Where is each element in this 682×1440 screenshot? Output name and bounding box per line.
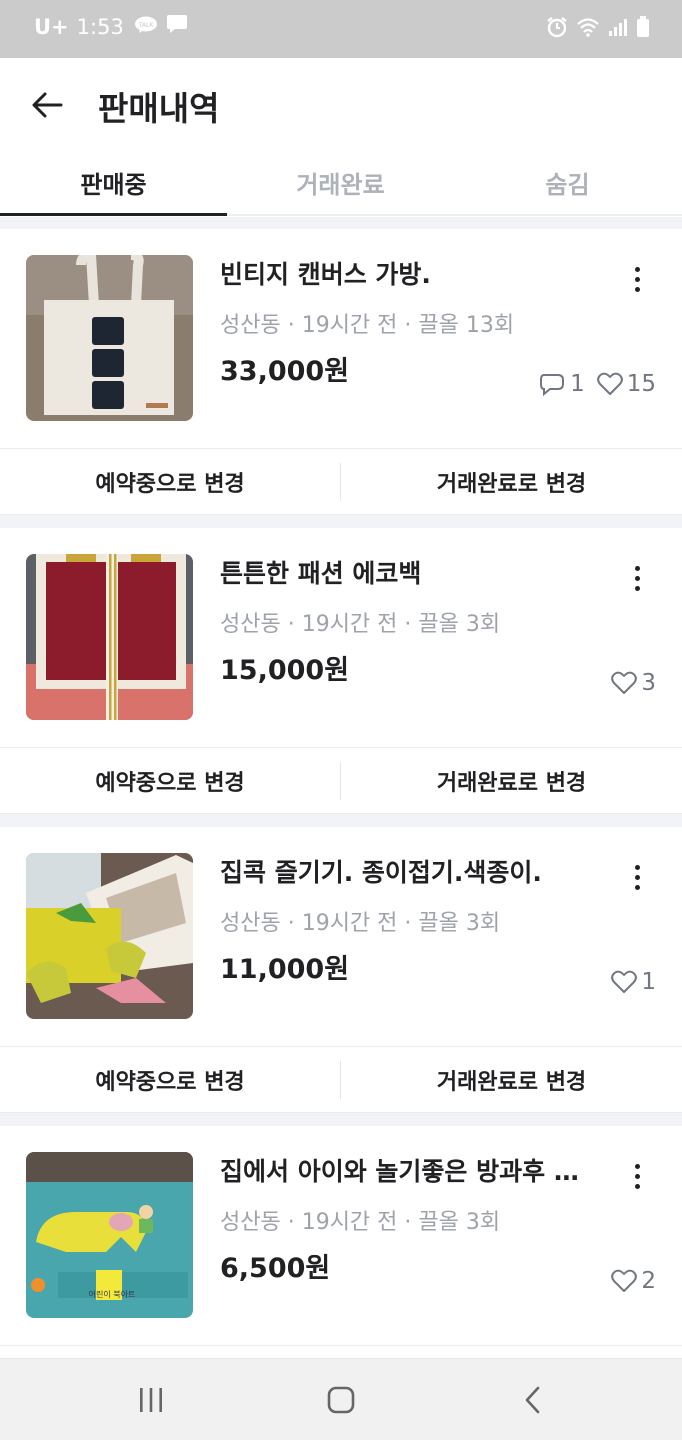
list-item[interactable]: 어린이 북아트 집에서 아이와 놀기좋은 방과후 어린이 북아트 성산동 · 1… bbox=[0, 1126, 682, 1346]
back-arrow-icon bbox=[32, 92, 63, 118]
app-header: 판매내역 bbox=[0, 58, 682, 150]
like-count: 1 bbox=[641, 969, 656, 995]
heart-icon bbox=[611, 1269, 638, 1292]
like-stat: 3 bbox=[611, 670, 656, 696]
item-price: 6,500원 bbox=[220, 1253, 331, 1284]
more-options-button[interactable] bbox=[622, 857, 652, 897]
like-count: 3 bbox=[641, 670, 656, 696]
like-stat: 1 bbox=[611, 969, 656, 995]
clock: 1:53 bbox=[76, 14, 124, 39]
more-dot bbox=[634, 276, 640, 282]
system-back-button[interactable] bbox=[503, 1373, 563, 1427]
chat-icon bbox=[540, 374, 565, 396]
item-title[interactable]: 빈티지 캔버스 가방. bbox=[220, 255, 580, 291]
change-to-reserved-button[interactable]: 예약중으로 변경 bbox=[0, 1047, 340, 1113]
product-thumbnail[interactable]: 어린이 북아트 bbox=[26, 1152, 193, 1318]
tab-selling[interactable]: 판매중 bbox=[0, 150, 227, 214]
like-stat: 2 bbox=[611, 1268, 656, 1294]
carrier-label: U+ bbox=[34, 14, 69, 39]
back-button[interactable] bbox=[26, 84, 68, 126]
more-options-button[interactable] bbox=[622, 1156, 652, 1196]
product-thumbnail[interactable] bbox=[26, 554, 193, 720]
recent-apps-icon bbox=[140, 1388, 162, 1412]
more-dot bbox=[634, 1163, 640, 1169]
item-price: 33,000원 bbox=[220, 356, 350, 387]
chat-stat: 1 bbox=[538, 371, 585, 397]
list-item[interactable]: 튼튼한 패션 에코백 성산동 · 19시간 전 · 끌올 3회 15,000원 … bbox=[0, 528, 682, 748]
chat-count: 1 bbox=[570, 371, 585, 397]
like-stat: 15 bbox=[596, 371, 656, 397]
more-dot bbox=[634, 266, 640, 272]
more-dot bbox=[634, 1183, 640, 1189]
like-count: 2 bbox=[641, 1268, 656, 1294]
item-actions: 예약중으로 변경 거래완료로 변경 bbox=[0, 449, 682, 515]
change-to-completed-button[interactable]: 거래완료로 변경 bbox=[341, 748, 682, 814]
item-actions: 예약중으로 변경 거래완료로 변경 bbox=[0, 1047, 682, 1113]
item-stats: 2 bbox=[599, 1268, 656, 1294]
item-price: 15,000원 bbox=[220, 655, 350, 686]
more-dot bbox=[634, 874, 640, 880]
active-tab-indicator bbox=[0, 213, 227, 216]
item-meta: 성산동 · 19시간 전 · 끌올 13회 bbox=[220, 313, 515, 338]
home-icon bbox=[327, 1386, 355, 1414]
svg-text:TALK: TALK bbox=[138, 22, 155, 29]
more-dot bbox=[634, 864, 640, 870]
section-divider bbox=[0, 814, 682, 827]
like-count: 15 bbox=[626, 371, 656, 397]
system-nav-bar bbox=[0, 1358, 682, 1440]
item-stats: 1 bbox=[599, 969, 656, 995]
page-title: 판매내역 bbox=[98, 89, 220, 128]
talk-icon: TALK bbox=[134, 15, 158, 39]
item-stats: 3 bbox=[599, 670, 656, 696]
product-thumbnail[interactable] bbox=[26, 853, 193, 1019]
alarm-icon bbox=[546, 16, 568, 42]
item-title[interactable]: 튼튼한 패션 에코백 bbox=[220, 554, 580, 590]
change-to-completed-button[interactable]: 거래완료로 변경 bbox=[341, 449, 682, 515]
more-options-button[interactable] bbox=[622, 259, 652, 299]
wifi-icon bbox=[576, 17, 600, 41]
recent-apps-button[interactable] bbox=[121, 1373, 181, 1427]
section-divider bbox=[0, 515, 682, 528]
home-button[interactable] bbox=[311, 1373, 371, 1427]
book-cover-text: 어린이 북아트 bbox=[89, 1289, 136, 1299]
item-meta: 성산동 · 19시간 전 · 끌올 3회 bbox=[220, 911, 501, 936]
section-divider bbox=[0, 1113, 682, 1126]
more-dot bbox=[634, 575, 640, 581]
more-dot bbox=[634, 565, 640, 571]
heart-icon bbox=[611, 970, 638, 993]
message-icon bbox=[166, 14, 188, 39]
section-divider bbox=[0, 217, 682, 229]
item-stats: 1 15 bbox=[526, 371, 656, 397]
back-icon bbox=[525, 1386, 540, 1414]
status-bar: U+ 1:53 TALK bbox=[0, 0, 682, 58]
list-item[interactable]: 집콕 즐기기. 종이접기.색종이. 성산동 · 19시간 전 · 끌올 3회 1… bbox=[0, 827, 682, 1047]
heart-icon bbox=[611, 671, 638, 694]
tab-bar: 판매중 거래완료 숨김 bbox=[0, 150, 682, 216]
item-title[interactable]: 집에서 아이와 놀기좋은 방과후 어린이 북아트 bbox=[220, 1152, 580, 1188]
more-dot bbox=[634, 585, 640, 591]
battery-icon bbox=[636, 16, 650, 42]
item-title[interactable]: 집콕 즐기기. 종이접기.색종이. bbox=[220, 853, 580, 889]
change-to-completed-button[interactable]: 거래완료로 변경 bbox=[341, 1047, 682, 1113]
more-options-button[interactable] bbox=[622, 558, 652, 598]
signal-icon bbox=[608, 17, 628, 41]
list-item[interactable]: 빈티지 캔버스 가방. 성산동 · 19시간 전 · 끌올 13회 33,000… bbox=[0, 229, 682, 449]
item-meta: 성산동 · 19시간 전 · 끌올 3회 bbox=[220, 612, 501, 637]
item-price: 11,000원 bbox=[220, 954, 350, 985]
product-thumbnail[interactable] bbox=[26, 255, 193, 421]
heart-icon bbox=[596, 372, 623, 395]
change-to-reserved-button[interactable]: 예약중으로 변경 bbox=[0, 748, 340, 814]
item-meta: 성산동 · 19시간 전 · 끌올 3회 bbox=[220, 1210, 501, 1235]
tab-hidden[interactable]: 숨김 bbox=[454, 150, 681, 214]
item-actions: 예약중으로 변경 거래완료로 변경 bbox=[0, 748, 682, 814]
more-dot bbox=[634, 1173, 640, 1179]
change-to-reserved-button[interactable]: 예약중으로 변경 bbox=[0, 449, 340, 515]
more-dot bbox=[634, 884, 640, 890]
status-bar-left: U+ 1:53 TALK bbox=[34, 14, 196, 39]
status-bar-right bbox=[538, 16, 650, 42]
more-dot bbox=[634, 286, 640, 292]
tab-completed[interactable]: 거래완료 bbox=[227, 150, 454, 214]
